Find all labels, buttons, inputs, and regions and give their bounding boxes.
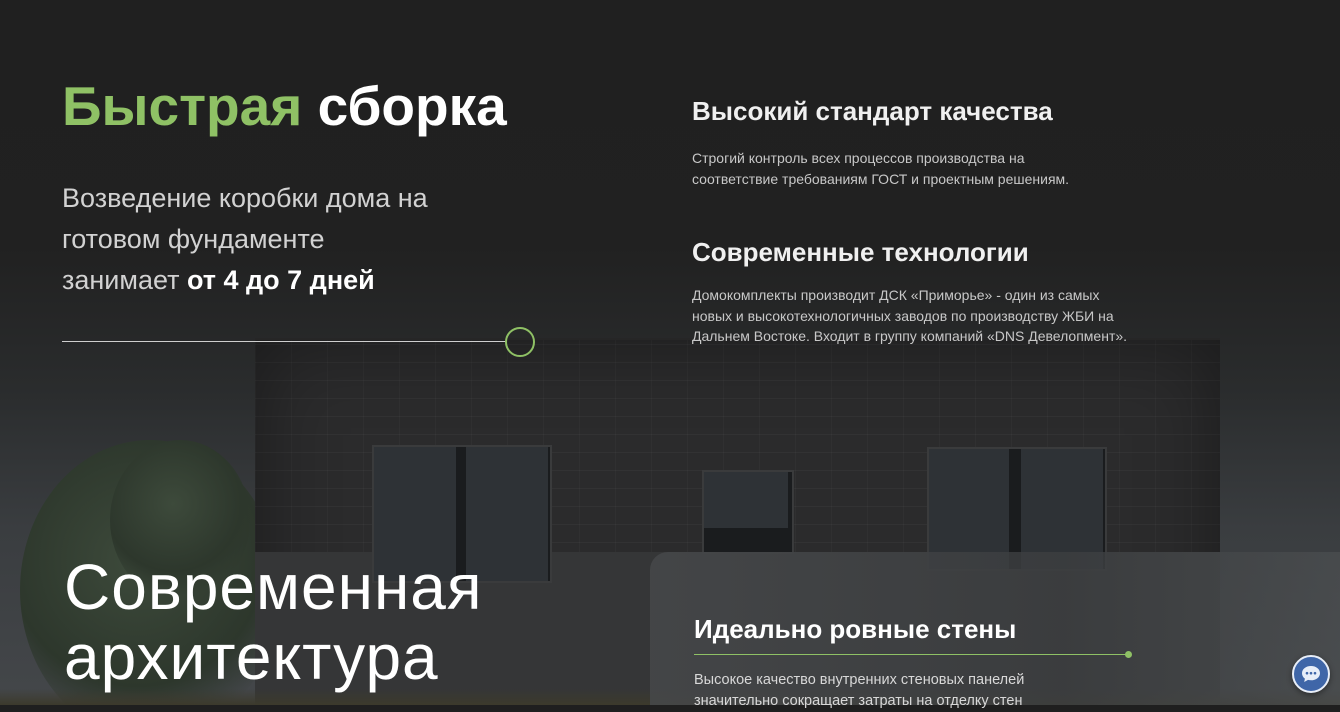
panel-divider [694,654,1126,655]
hero-subtitle-line: готовом фундаменте [62,224,325,254]
feature-text-line: Дальнем Востоке. Входит в группу компани… [692,328,1128,344]
feature-text-line: Строгий контроль всех процессов производ… [692,150,1025,166]
hero-title-rest: сборка [317,75,507,137]
architecture-title-line: архитектура [64,621,439,693]
panel-title: Идеально ровные стены [694,614,1017,644]
panel-text-line: значительно сокращает затраты на отделку… [694,693,1023,709]
hero-title: Быстрая сборка [62,74,507,138]
chat-button[interactable] [1292,655,1330,693]
feature-title-technology: Современные технологии [692,237,1029,267]
hero-subtitle: Возведение коробки дома на готовом фунда… [62,178,522,301]
feature-text-line: соответствие требованиям ГОСТ и проектны… [692,170,1070,187]
panel-text: Высокое качество внутренних стеновых пан… [694,670,1114,712]
architecture-title: Современная архитектура [64,552,483,692]
feature-title-quality: Высокий стандарт качества [692,96,1053,126]
panel-divider-dot [1125,651,1132,658]
hero-title-accent: Быстрая [62,75,303,137]
hero-subtitle-line: занимает [62,265,180,295]
slider-track[interactable] [62,341,506,342]
chat-bubble-icon [1302,666,1320,682]
hero-subtitle-line: Возведение коробки дома на [62,183,428,213]
feature-text-line: Домокомплекты производит ДСК «Приморье» … [692,287,1100,303]
hero-subtitle-highlight: от 4 до 7 дней [186,265,375,295]
architecture-title-line: Современная [64,551,483,623]
feature-text-line: новых и высокотехнологичных заводов по п… [692,307,1114,324]
panel-text-line: Высокое качество внутренних стеновых пан… [694,672,1025,688]
feature-text-technology: Домокомплекты производит ДСК «Приморье» … [692,285,1127,347]
feature-text-quality: Строгий контроль всех процессов производ… [692,148,1069,189]
slider-handle[interactable] [505,327,535,357]
